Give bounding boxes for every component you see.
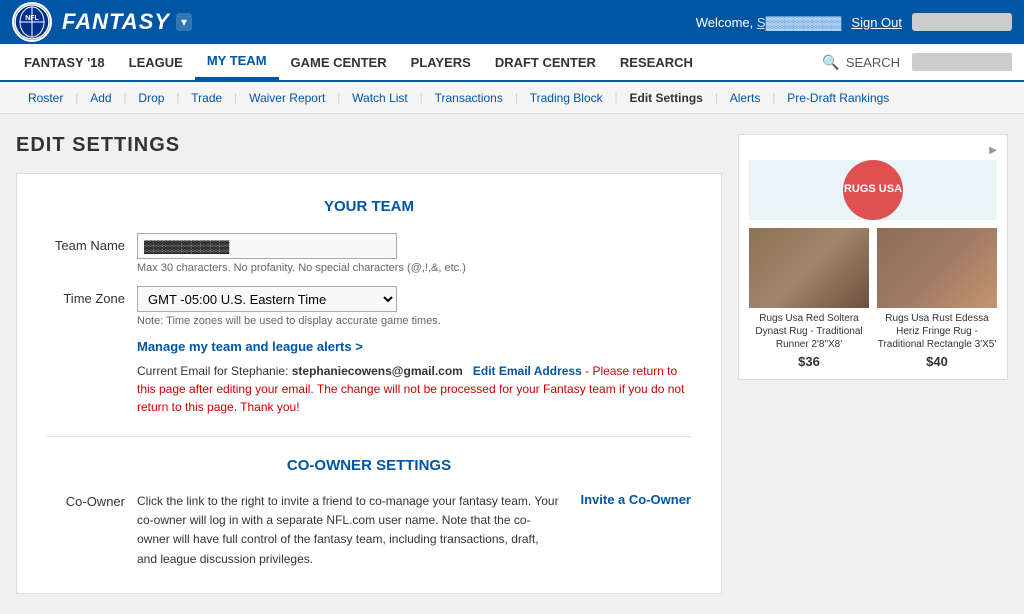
nav-item-game-center[interactable]: GAME CENTER <box>279 44 399 80</box>
product-image-1 <box>749 228 869 308</box>
subnav-roster[interactable]: Roster <box>20 87 71 109</box>
nfl-logo: NFL <box>12 2 52 42</box>
team-name-label: Team Name <box>47 233 137 253</box>
nav-team-bar <box>912 53 1012 71</box>
team-name-input[interactable] <box>137 233 397 259</box>
nfl-shield-icon: NFL <box>12 2 52 42</box>
subnav-alerts[interactable]: Alerts <box>722 87 769 109</box>
nav-bar: FANTASY '18 LEAGUE MY TEAM GAME CENTER P… <box>0 44 1024 82</box>
content-area: EDIT SETTINGS YOUR TEAM Team Name Max 30… <box>16 134 722 594</box>
product-price-1: $36 <box>749 354 869 369</box>
co-owner-label: Co-Owner <box>47 492 137 509</box>
timezone-field-group: GMT -05:00 U.S. Eastern Time Note: Time … <box>137 286 691 327</box>
co-owner-title: CO-OWNER SETTINGS <box>47 457 691 474</box>
sub-nav: Roster | Add | Drop | Trade | Waiver Rep… <box>0 82 1024 114</box>
timezone-row: Time Zone GMT -05:00 U.S. Eastern Time N… <box>47 286 691 327</box>
team-name-field-group: Max 30 characters. No profanity. No spec… <box>137 233 691 274</box>
team-name-row: Team Name Max 30 characters. No profanit… <box>47 233 691 274</box>
nav-item-league[interactable]: LEAGUE <box>117 44 195 80</box>
welcome-text: Welcome, S▓▓▓▓▓▓▓▓ <box>696 15 842 30</box>
subnav-transactions[interactable]: Transactions <box>427 87 511 109</box>
timezone-label: Time Zone <box>47 286 137 306</box>
subnav-waiver-report[interactable]: Waiver Report <box>241 87 333 109</box>
co-owner-content: Click the link to the right to invite a … <box>137 492 691 569</box>
nav-item-research[interactable]: RESEARCH <box>608 44 705 80</box>
subnav-trading-block[interactable]: Trading Block <box>522 87 611 109</box>
top-bar: NFL FANTASY ▾ Welcome, S▓▓▓▓▓▓▓▓ Sign Ou… <box>0 0 1024 44</box>
team-name-hint: Max 30 characters. No profanity. No spec… <box>137 262 691 274</box>
nav-item-fantasy18[interactable]: FANTASY '18 <box>12 44 117 80</box>
ad-product-1[interactable]: Rugs Usa Red Soltera Dynast Rug - Tradit… <box>749 228 869 369</box>
subnav-pre-draft[interactable]: Pre-Draft Rankings <box>779 87 897 109</box>
email-prefix: Current Email for Stephanie: <box>137 364 288 378</box>
product-name-1: Rugs Usa Red Soltera Dynast Rug - Tradit… <box>749 312 869 351</box>
manage-alerts-link[interactable]: Manage my team and league alerts > <box>137 339 691 354</box>
search-icon: 🔍 <box>822 54 839 71</box>
subnav-trade[interactable]: Trade <box>183 87 230 109</box>
subnav-drop[interactable]: Drop <box>130 87 172 109</box>
page-title: EDIT SETTINGS <box>16 134 722 157</box>
subnav-edit-settings[interactable]: Edit Settings <box>622 87 711 109</box>
nav-item-draft-center[interactable]: DRAFT CENTER <box>483 44 608 80</box>
nav-item-players[interactable]: PLAYERS <box>399 44 483 80</box>
ad-brand: RUGS USA <box>749 160 997 220</box>
ad-product-2[interactable]: Rugs Usa Rust Edessa Heriz Fringe Rug - … <box>877 228 997 369</box>
your-team-title: YOUR TEAM <box>47 198 691 215</box>
topbar-team-name <box>912 13 1012 31</box>
sidebar-ad: ▶ RUGS USA Rugs Usa Red Soltera Dynast R… <box>738 134 1008 594</box>
product-name-2: Rugs Usa Rust Edessa Heriz Fringe Rug - … <box>877 312 997 351</box>
welcome-username: S▓▓▓▓▓▓▓▓ <box>757 15 842 30</box>
ad-indicator: ▶ <box>749 145 997 156</box>
email-row: Current Email for Stephanie: stephanieco… <box>137 362 691 416</box>
subnav-watch-list[interactable]: Watch List <box>344 87 416 109</box>
ad-products: Rugs Usa Red Soltera Dynast Rug - Tradit… <box>749 228 997 369</box>
subnav-add[interactable]: Add <box>82 87 119 109</box>
nav-item-my-team[interactable]: MY TEAM <box>195 44 279 80</box>
invite-co-owner-link[interactable]: Invite a Co-Owner <box>580 492 691 507</box>
rugs-usa-logo: RUGS USA <box>843 160 903 220</box>
product-image-2 <box>877 228 997 308</box>
timezone-hint: Note: Time zones will be used to display… <box>137 315 691 327</box>
fantasy-brand-label: FANTASY <box>62 9 170 35</box>
sign-out-link[interactable]: Sign Out <box>851 15 902 30</box>
ad-container: ▶ RUGS USA Rugs Usa Red Soltera Dynast R… <box>738 134 1008 380</box>
product-price-2: $40 <box>877 354 997 369</box>
timezone-select[interactable]: GMT -05:00 U.S. Eastern Time <box>137 286 397 312</box>
search-button[interactable]: 🔍 SEARCH <box>822 54 900 71</box>
search-label: SEARCH <box>846 55 900 70</box>
co-owner-description: Click the link to the right to invite a … <box>137 492 560 569</box>
edit-email-link[interactable]: Edit Email Address <box>473 364 582 378</box>
settings-card: YOUR TEAM Team Name Max 30 characters. N… <box>16 173 722 594</box>
topbar-right: Welcome, S▓▓▓▓▓▓▓▓ Sign Out <box>696 13 1012 31</box>
main-content: EDIT SETTINGS YOUR TEAM Team Name Max 30… <box>0 114 1024 614</box>
co-owner-row: Co-Owner Click the link to the right to … <box>47 492 691 569</box>
email-address: stephaniecowens@gmail.com <box>292 364 463 378</box>
fantasy-dropdown[interactable]: ▾ <box>176 13 192 31</box>
section-divider <box>47 436 691 437</box>
